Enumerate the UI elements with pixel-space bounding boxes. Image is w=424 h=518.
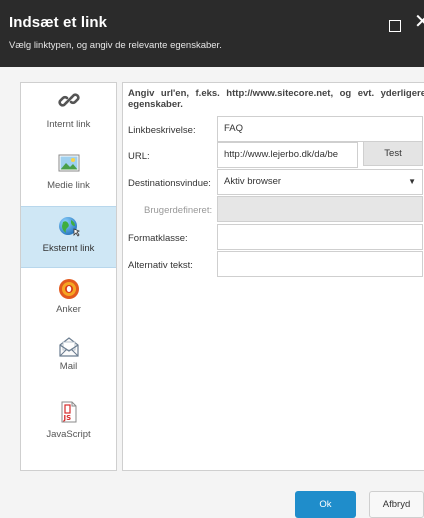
javascript-file-icon: JS [61,401,77,423]
link-type-sidebar: Internt link Medie link Eksternt link An… [20,82,117,471]
link-description-field[interactable]: FAQ [217,116,423,142]
dialog-titlebar: Indsæt et link Vælg linktypen, og angiv … [0,0,424,67]
dialog-subtitle: Vælg linktypen, og angiv de relevante eg… [9,40,222,51]
dropdown-arrow-icon: ▼ [408,177,416,186]
sidebar-item-label: Anker [56,304,81,315]
url-label: URL: [128,151,150,162]
sidebar-item-label: Eksternt link [42,243,95,254]
sidebar-item-mail[interactable]: Mail [21,334,116,394]
dialog-footer: Ok Afbryd [0,471,424,518]
style-class-field[interactable] [217,224,423,250]
chain-link-icon [58,93,80,107]
image-icon [58,154,80,172]
target-window-label: Destinationsvindue: [128,178,211,189]
test-button[interactable]: Test [363,141,423,166]
style-class-label: Formatklasse: [128,233,188,244]
custom-target-field [217,196,423,222]
alt-text-label: Alternativ tekst: [128,260,193,271]
sidebar-item-label: Internt link [46,119,91,130]
sidebar-item-external-link[interactable]: Eksternt link [21,206,116,268]
dialog-title: Indsæt et link [9,14,108,31]
anchor-target-icon [59,279,79,299]
svg-text:JS: JS [63,414,72,422]
sidebar-item-label: JavaScript [46,429,91,440]
globe-icon [59,217,80,237]
close-icon[interactable]: ✕ [414,12,424,32]
alt-text-field[interactable] [217,251,423,277]
ok-button[interactable]: Ok [295,491,356,518]
maximize-icon[interactable] [389,20,401,32]
sidebar-item-internal-link[interactable]: Internt link [21,87,116,147]
external-link-form: Angiv url'en, f.eks. http://www.sitecore… [122,82,424,471]
sidebar-item-media-link[interactable]: Medie link [21,148,116,208]
target-window-value: Aktiv browser [224,176,282,187]
cancel-button[interactable]: Afbryd [369,491,424,518]
insert-link-dialog: Indsæt et link Vælg linktypen, og angiv … [0,0,424,518]
sidebar-item-label: Mail [59,361,78,372]
target-window-select[interactable]: Aktiv browser ▼ [217,169,423,195]
url-field[interactable]: http://www.lejerbo.dk/da/be [217,142,358,168]
sidebar-item-label: Medie link [47,180,90,191]
envelope-icon [59,337,79,357]
form-instructions: Angiv url'en, f.eks. http://www.sitecore… [128,88,424,110]
link-description-label: Linkbeskrivelse: [128,125,196,136]
sidebar-item-anchor[interactable]: Anker [21,276,116,336]
custom-target-label: Brugerdefineret: [144,205,213,216]
sidebar-item-javascript[interactable]: JS JavaScript [21,401,116,461]
